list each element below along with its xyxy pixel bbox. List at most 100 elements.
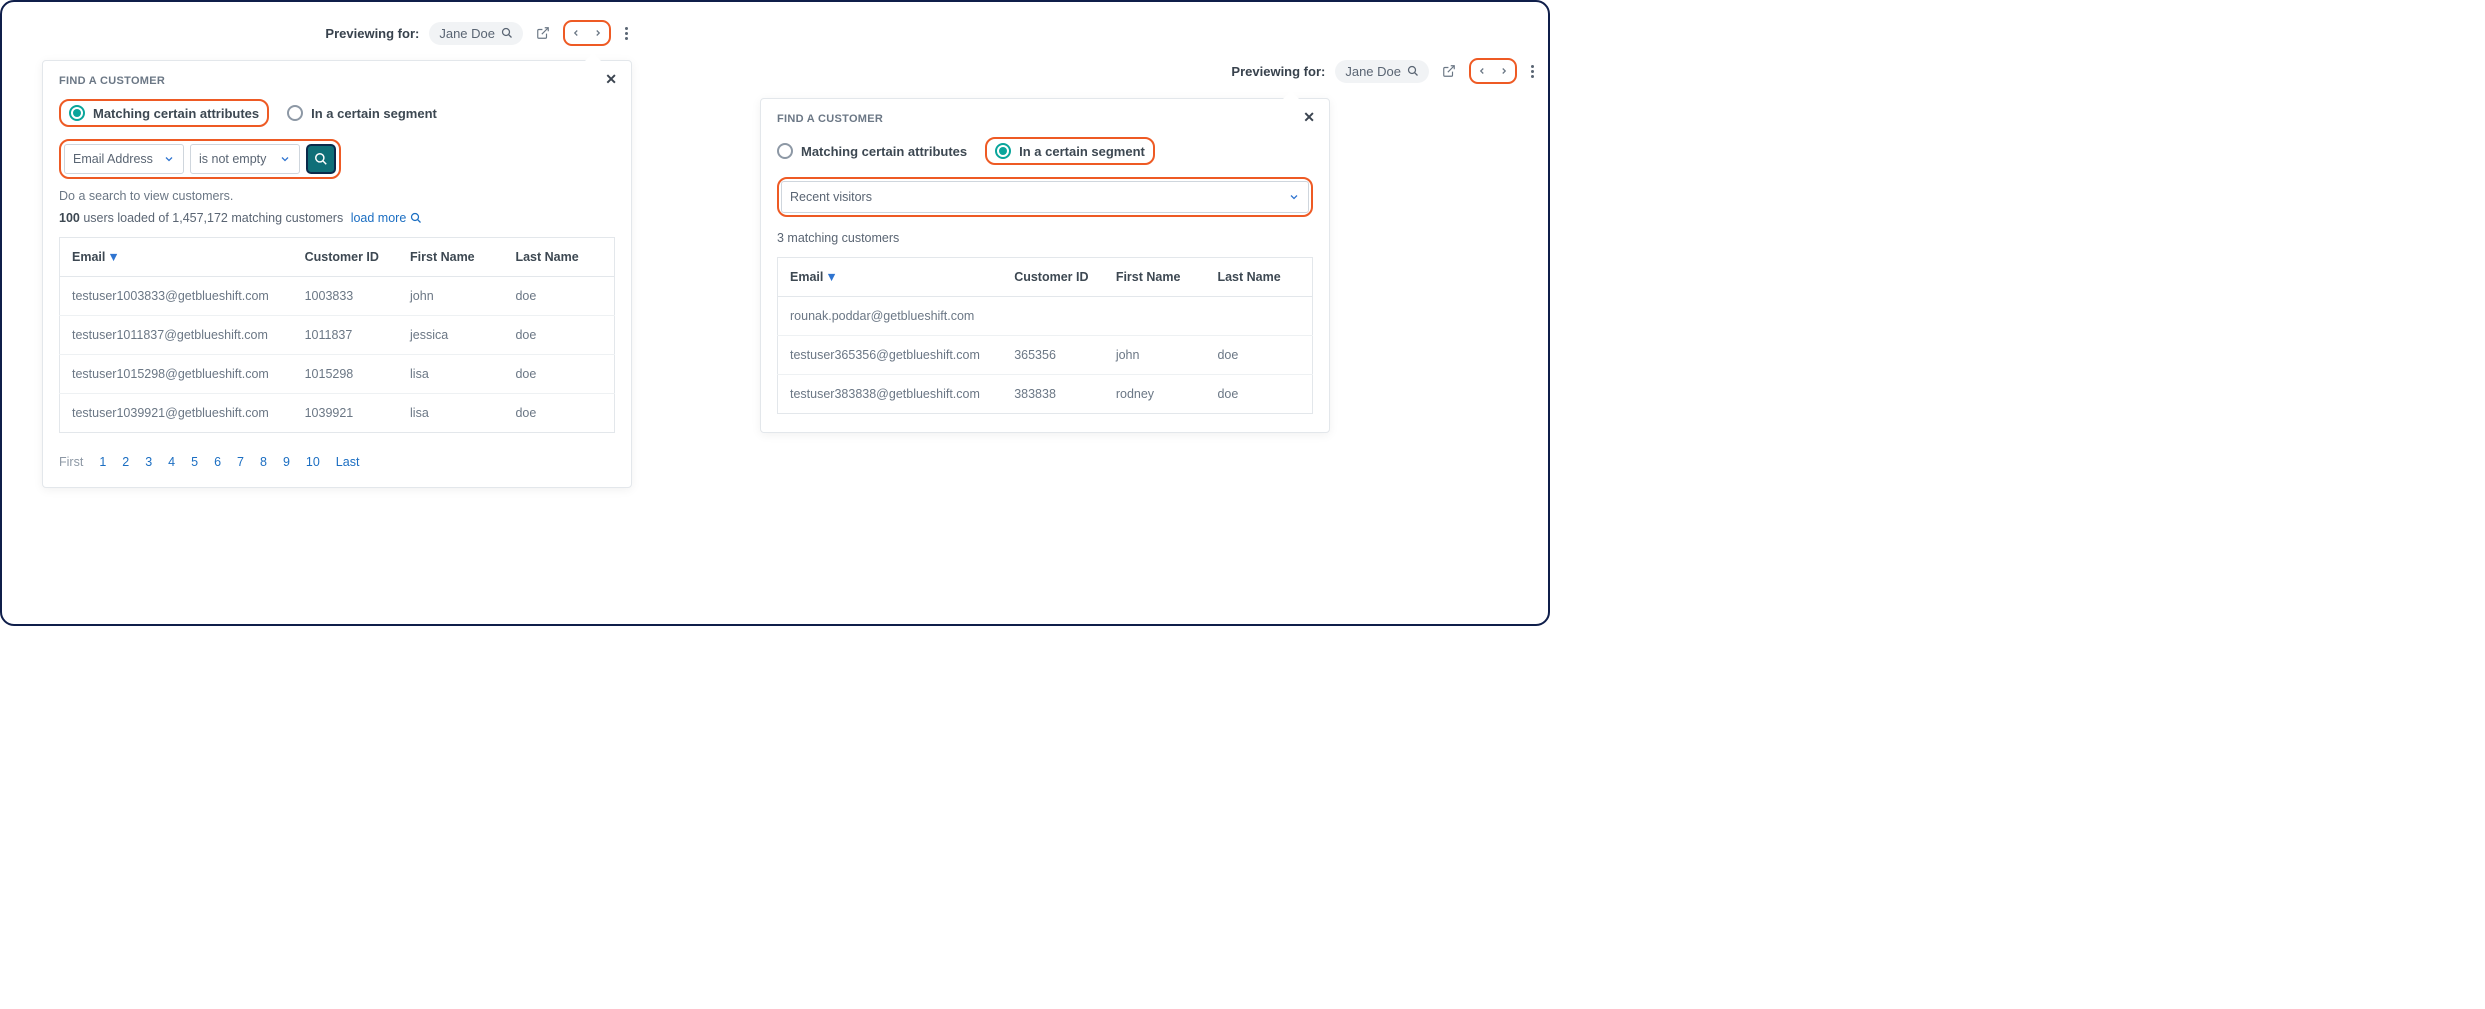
customer-table: Email▼ Customer ID First Name Last Name … [59, 237, 615, 433]
col-customer-id[interactable]: Customer ID [1002, 258, 1104, 297]
close-icon[interactable]: ✕ [1303, 109, 1315, 126]
cell-cid: 383838 [1002, 375, 1104, 414]
col-email[interactable]: Email▼ [778, 258, 1003, 297]
col-first-name[interactable]: First Name [398, 238, 503, 277]
col-first-name[interactable]: First Name [1104, 258, 1206, 297]
cell-first: john [1104, 336, 1206, 375]
preview-prev-button[interactable] [1471, 60, 1493, 82]
chevron-down-icon [163, 153, 175, 165]
table-row[interactable]: testuser1015298@getblueshift.com1015298l… [60, 355, 615, 394]
page-9[interactable]: 9 [283, 455, 290, 469]
cell-first: jessica [398, 316, 503, 355]
select-value: Recent visitors [790, 190, 872, 204]
kebab-menu[interactable] [1527, 61, 1538, 82]
chevron-down-icon [279, 153, 291, 165]
highlight-seg-radio: In a certain segment [985, 137, 1155, 165]
cell-email: testuser1011837@getblueshift.com [60, 316, 293, 355]
search-mode-radio-group: Matching certain attributes In a certain… [777, 137, 1313, 165]
kebab-menu[interactable] [621, 23, 632, 44]
preview-user-name: Jane Doe [439, 26, 495, 41]
preview-prev-button[interactable] [565, 22, 587, 44]
page-6[interactable]: 6 [214, 455, 221, 469]
table-row[interactable]: rounak.poddar@getblueshift.com [778, 297, 1313, 336]
select-value: Email Address [73, 152, 153, 166]
panel-title: FIND A CUSTOMER [777, 113, 1313, 125]
search-button[interactable] [306, 144, 336, 174]
preview-bar-right: Previewing for: Jane Doe [760, 58, 1538, 84]
radio-dot-icon [287, 105, 303, 121]
table-row[interactable]: testuser1011837@getblueshift.com1011837j… [60, 316, 615, 355]
count-text: users loaded of 1,457,172 matching custo… [80, 211, 343, 225]
col-customer-id[interactable]: Customer ID [293, 238, 398, 277]
preview-nav-pill [1469, 58, 1517, 84]
preview-user-chip[interactable]: Jane Doe [1335, 60, 1429, 83]
table-row[interactable]: testuser1003833@getblueshift.com1003833j… [60, 277, 615, 316]
highlight-attr-radio: Matching certain attributes [59, 99, 269, 127]
cell-last: doe [503, 316, 614, 355]
cell-first: john [398, 277, 503, 316]
cell-cid: 1039921 [293, 394, 398, 433]
col-label: Email [790, 270, 823, 284]
find-customer-panel-right: FIND A CUSTOMER ✕ Matching certain attri… [760, 98, 1330, 433]
cell-cid: 1003833 [293, 277, 398, 316]
table-row[interactable]: testuser1039921@getblueshift.com1039921l… [60, 394, 615, 433]
radio-in-segment[interactable]: In a certain segment [287, 105, 437, 121]
search-icon [501, 27, 513, 39]
table-header-row: Email▼ Customer ID First Name Last Name [778, 258, 1313, 297]
page-7[interactable]: 7 [237, 455, 244, 469]
col-email[interactable]: Email▼ [60, 238, 293, 277]
preview-label: Previewing for: [1231, 64, 1325, 79]
sort-desc-icon: ▼ [825, 270, 837, 284]
page-4[interactable]: 4 [168, 455, 175, 469]
preview-next-button[interactable] [1493, 60, 1515, 82]
page-first[interactable]: First [59, 455, 83, 469]
page-last[interactable]: Last [336, 455, 360, 469]
select-value: is not empty [199, 152, 266, 166]
search-icon [1407, 65, 1419, 77]
cell-email: testuser1039921@getblueshift.com [60, 394, 293, 433]
cell-last: doe [503, 355, 614, 394]
table-row[interactable]: testuser365356@getblueshift.com365356joh… [778, 336, 1313, 375]
table-row[interactable]: testuser383838@getblueshift.com383838rod… [778, 375, 1313, 414]
sort-desc-icon: ▼ [107, 250, 119, 264]
preview-user-name: Jane Doe [1345, 64, 1401, 79]
page-8[interactable]: 8 [260, 455, 267, 469]
frame: Previewing for: Jane Doe [0, 0, 1550, 626]
page-10[interactable]: 10 [306, 455, 320, 469]
page-1[interactable]: 1 [99, 455, 106, 469]
radio-dot-icon [69, 105, 85, 121]
page-3[interactable]: 3 [145, 455, 152, 469]
radio-dot-icon [777, 143, 793, 159]
page-2[interactable]: 2 [122, 455, 129, 469]
cell-email: testuser365356@getblueshift.com [778, 336, 1003, 375]
result-count-row: 100 users loaded of 1,457,172 matching c… [59, 211, 615, 225]
col-last-name[interactable]: Last Name [503, 238, 614, 277]
table-header-row: Email▼ Customer ID First Name Last Name [60, 238, 615, 277]
highlight-segment-select: Recent visitors [777, 177, 1313, 217]
preview-user-chip[interactable]: Jane Doe [429, 22, 523, 45]
radio-matching-attributes[interactable]: Matching certain attributes [777, 143, 967, 159]
find-customer-panel-left: FIND A CUSTOMER ✕ Matching certain attri… [42, 60, 632, 488]
cell-last: doe [503, 277, 614, 316]
attribute-operator-select[interactable]: is not empty [190, 144, 300, 174]
radio-matching-attributes[interactable]: Matching certain attributes [69, 105, 259, 121]
attribute-field-select[interactable]: Email Address [64, 144, 184, 174]
preview-bar-left: Previewing for: Jane Doe [282, 20, 632, 46]
search-hint: Do a search to view customers. [59, 189, 615, 203]
cell-email: testuser1015298@getblueshift.com [60, 355, 293, 394]
cell-last [1205, 297, 1312, 336]
external-link-icon[interactable] [533, 23, 553, 43]
col-last-name[interactable]: Last Name [1205, 258, 1312, 297]
page-5[interactable]: 5 [191, 455, 198, 469]
load-more-link[interactable]: load more [351, 211, 423, 225]
cell-last: doe [1205, 336, 1312, 375]
radio-label: Matching certain attributes [801, 144, 967, 159]
radio-in-segment[interactable]: In a certain segment [995, 143, 1145, 159]
external-link-icon[interactable] [1439, 61, 1459, 81]
segment-select[interactable]: Recent visitors [781, 181, 1309, 213]
preview-next-button[interactable] [587, 22, 609, 44]
cell-cid: 365356 [1002, 336, 1104, 375]
cell-email: rounak.poddar@getblueshift.com [778, 297, 1003, 336]
close-icon[interactable]: ✕ [605, 71, 617, 88]
cell-email: testuser383838@getblueshift.com [778, 375, 1003, 414]
